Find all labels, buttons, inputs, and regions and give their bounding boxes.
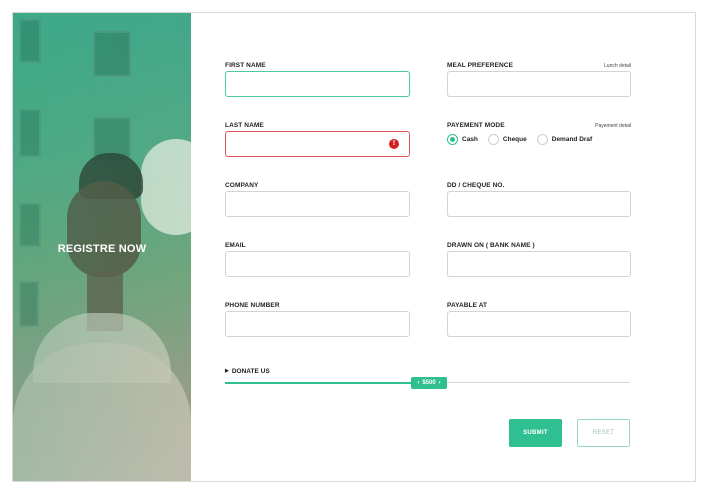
- email-input[interactable]: [225, 251, 410, 277]
- meal-group: MEAL PREFERENCE Lunch detail: [447, 62, 631, 102]
- hero-image: REGISTRE NOW: [13, 13, 191, 481]
- donate-slider-handle[interactable]: ‹ $500 ›: [411, 377, 447, 389]
- company-group: COMPANY: [225, 182, 410, 222]
- registration-form: FIRST NAME LAST NAME ! COMPANY EMAIL PHO…: [191, 13, 695, 481]
- dd-cheque-label: DD / CHEQUE NO.: [447, 182, 505, 189]
- last-name-label: LAST NAME: [225, 122, 264, 129]
- donate-slider-fill: [225, 381, 411, 384]
- payment-mode-helper: Payement detail: [595, 123, 631, 129]
- chevron-right-icon: ›: [438, 380, 441, 386]
- last-name-group: LAST NAME !: [225, 122, 410, 162]
- error-icon: !: [389, 139, 399, 149]
- meal-input[interactable]: [447, 71, 631, 97]
- payable-at-label: PAYABLE AT: [447, 302, 488, 309]
- phone-input[interactable]: [225, 311, 410, 337]
- first-name-input[interactable]: [225, 71, 410, 97]
- radio-cheque-label: Cheque: [502, 136, 527, 143]
- phone-group: PHONE NUMBER: [225, 302, 410, 342]
- phone-label: PHONE NUMBER: [225, 302, 280, 309]
- last-name-input[interactable]: !: [225, 131, 410, 157]
- submit-button[interactable]: SUBMIT: [509, 419, 562, 447]
- first-name-label: FIRST NAME: [225, 62, 266, 69]
- payment-mode-radios: Cash Cheque Demand Draf: [447, 134, 592, 145]
- meal-helper: Lunch detail: [604, 63, 631, 69]
- registration-card: REGISTRE NOW FIRST NAME LAST NAME ! COMP…: [12, 12, 696, 482]
- radio-cash[interactable]: Cash: [447, 134, 478, 145]
- dd-cheque-group: DD / CHEQUE NO.: [447, 182, 631, 222]
- company-input[interactable]: [225, 191, 410, 217]
- radio-demand-draft[interactable]: Demand Draf: [536, 134, 593, 145]
- banner-title: REGISTRE NOW: [57, 243, 147, 255]
- reset-button[interactable]: RESET: [577, 419, 630, 447]
- email-group: EMAIL: [225, 242, 410, 282]
- radio-demand-draft-label: Demand Draf: [551, 136, 593, 143]
- radio-cash-dot[interactable]: [447, 134, 458, 145]
- caret-right-icon: ▶: [225, 368, 229, 374]
- drawn-on-input[interactable]: [447, 251, 631, 277]
- payable-at-group: PAYABLE AT: [447, 302, 631, 342]
- radio-demand-draft-dot[interactable]: [536, 134, 548, 145]
- company-label: COMPANY: [225, 182, 259, 189]
- email-label: EMAIL: [225, 242, 246, 249]
- donate-label: DONATE US: [231, 368, 270, 375]
- drawn-on-label: DRAWN ON ( BANK NAME ): [447, 242, 535, 249]
- radio-cheque-dot[interactable]: [487, 134, 499, 145]
- dd-cheque-input[interactable]: [447, 191, 631, 217]
- drawn-on-group: DRAWN ON ( BANK NAME ): [447, 242, 631, 282]
- payment-mode-group: PAYEMENT MODE Payement detail Cash Chequ…: [447, 122, 631, 158]
- first-name-group: FIRST NAME: [225, 62, 410, 102]
- payable-at-input[interactable]: [447, 311, 631, 337]
- donate-toggle[interactable]: ▶ DONATE US: [225, 368, 270, 375]
- radio-cash-label: Cash: [462, 136, 478, 143]
- donate-amount: $500: [422, 380, 436, 386]
- chevron-left-icon: ‹: [417, 380, 420, 386]
- radio-cheque[interactable]: Cheque: [487, 134, 527, 145]
